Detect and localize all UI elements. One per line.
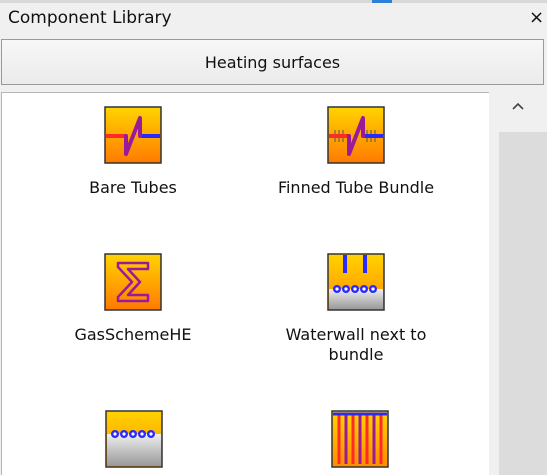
component-list: Bare Tubes Finned Tube Bundle GasSchemeH… — [1, 92, 489, 475]
window-title: Component Library — [8, 8, 172, 28]
scroll-up-button[interactable] — [489, 92, 547, 120]
title-bar: Component Library × — [0, 3, 547, 33]
item-label: Bare Tubes — [89, 178, 177, 197]
waterwall-next-to-bundle-icon — [327, 253, 385, 311]
category-label: Heating surfaces — [204, 52, 341, 72]
item-label: Waterwall next to bundle — [285, 325, 427, 364]
tube-row-icon — [105, 410, 163, 468]
scrollbar-thumb[interactable] — [499, 132, 547, 475]
chevron-up-icon — [512, 102, 524, 110]
component-item-waterwall-next-to-bundle[interactable]: Waterwall next to bundle — [256, 253, 456, 365]
component-item-tube-panel[interactable] — [320, 410, 400, 468]
component-item-finned-tube-bundle[interactable]: Finned Tube Bundle — [256, 106, 456, 198]
gas-scheme-he-icon — [104, 253, 162, 311]
item-label: GasSchemeHE — [74, 325, 192, 344]
bare-tubes-icon — [104, 106, 162, 164]
category-header-button[interactable]: Heating surfaces — [1, 39, 544, 85]
component-item-bare-tubes[interactable]: Bare Tubes — [68, 106, 198, 198]
tube-panel-icon — [331, 410, 389, 468]
vertical-scrollbar[interactable] — [489, 92, 547, 475]
component-item-tube-row[interactable] — [94, 410, 174, 468]
finned-tube-bundle-icon — [327, 106, 385, 164]
close-icon[interactable]: × — [529, 7, 544, 28]
component-item-gas-scheme-he[interactable]: GasSchemeHE — [58, 253, 208, 345]
item-label: Finned Tube Bundle — [277, 178, 435, 197]
